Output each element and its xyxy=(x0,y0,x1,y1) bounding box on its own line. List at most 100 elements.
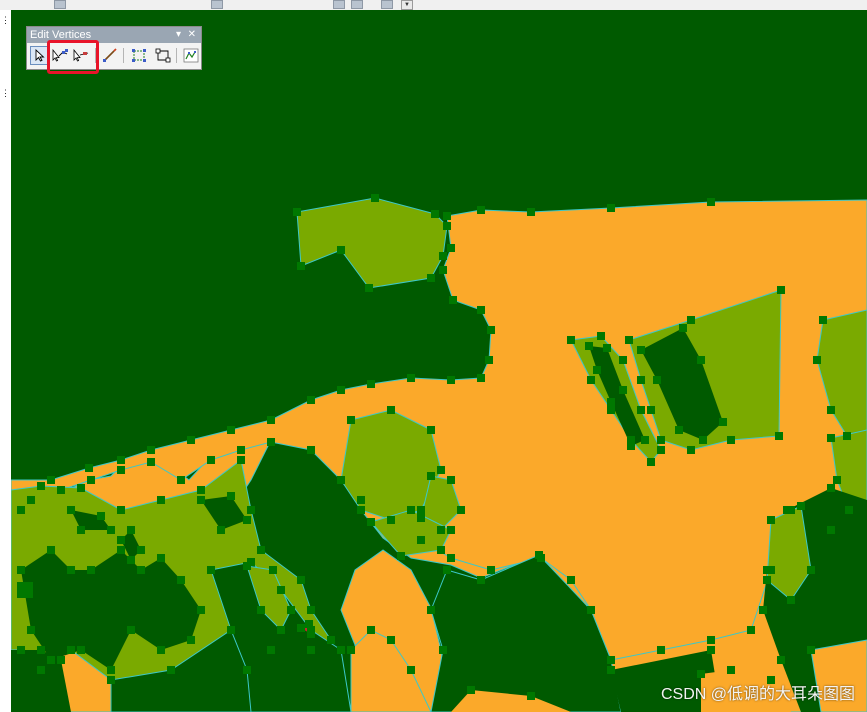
vertex-marker[interactable] xyxy=(843,432,851,440)
vertex-marker[interactable] xyxy=(243,562,251,570)
vertex-marker[interactable] xyxy=(443,566,451,574)
add-vertex-tool[interactable] xyxy=(51,46,70,65)
vertex-marker[interactable] xyxy=(417,514,425,522)
vertex-marker[interactable] xyxy=(57,486,65,494)
vertex-marker[interactable] xyxy=(347,646,355,654)
vertex-marker[interactable] xyxy=(535,551,543,559)
close-icon[interactable]: ✕ xyxy=(188,27,196,43)
vertex-marker[interactable] xyxy=(293,208,301,216)
vertex-marker[interactable] xyxy=(407,666,415,674)
vertex-marker[interactable] xyxy=(607,204,615,212)
toolbar-button[interactable] xyxy=(351,0,363,9)
vertex-marker[interactable] xyxy=(37,666,45,674)
vertex-marker[interactable] xyxy=(787,596,795,604)
vertex-marker[interactable] xyxy=(307,630,315,638)
vertex-marker[interactable] xyxy=(597,332,605,340)
vertex-marker[interactable] xyxy=(657,446,665,454)
vertex-marker[interactable] xyxy=(607,406,615,414)
vertex-marker[interactable] xyxy=(431,210,439,218)
vertex-marker[interactable] xyxy=(679,324,687,332)
vertex-marker[interactable] xyxy=(783,506,791,514)
vertex-marker[interactable] xyxy=(759,606,767,614)
vertex-marker[interactable] xyxy=(767,516,775,524)
toolbar-button[interactable] xyxy=(381,0,393,9)
vertex-marker[interactable] xyxy=(117,466,125,474)
vertex-marker[interactable] xyxy=(447,526,455,534)
vertex-marker[interactable] xyxy=(257,546,265,554)
vertex-marker[interactable] xyxy=(827,484,835,492)
vertex-marker[interactable] xyxy=(77,526,85,534)
vertex-marker[interactable] xyxy=(243,666,251,674)
vertex-marker[interactable] xyxy=(845,506,853,514)
vertex-marker[interactable] xyxy=(207,456,215,464)
vertex-marker[interactable] xyxy=(527,692,535,700)
vertex-marker[interactable] xyxy=(17,506,25,514)
vertex-marker[interactable] xyxy=(687,316,695,324)
vertex-marker[interactable] xyxy=(427,426,435,434)
reshape-feature-tool[interactable] xyxy=(153,46,172,65)
vertex-marker[interactable] xyxy=(657,646,665,654)
vertex-marker[interactable] xyxy=(607,666,615,674)
vertex-marker[interactable] xyxy=(277,626,285,634)
vertex-marker[interactable] xyxy=(387,516,395,524)
vertex-marker[interactable] xyxy=(67,566,75,574)
vertex-marker[interactable] xyxy=(439,252,447,260)
vertex-marker[interactable] xyxy=(637,406,645,414)
vertex-marker[interactable] xyxy=(367,626,375,634)
vertex-marker[interactable] xyxy=(593,366,601,374)
vertex-marker[interactable] xyxy=(827,434,835,442)
vertex-marker[interactable] xyxy=(97,512,105,520)
vertex-marker[interactable] xyxy=(307,646,315,654)
vertex-marker[interactable] xyxy=(117,536,125,544)
vertex-marker[interactable] xyxy=(727,436,735,444)
vertex-marker[interactable] xyxy=(267,416,275,424)
vertex-marker[interactable] xyxy=(727,666,735,674)
vertex-marker[interactable] xyxy=(307,606,315,614)
vertex-marker[interactable] xyxy=(797,502,805,510)
vertex-marker[interactable] xyxy=(485,356,493,364)
vertex-marker[interactable] xyxy=(67,646,75,654)
vertex-marker[interactable] xyxy=(619,386,627,394)
vertex-marker[interactable] xyxy=(25,582,33,590)
vertex-marker[interactable] xyxy=(347,416,355,424)
vertex-marker[interactable] xyxy=(397,552,405,560)
vertex-marker[interactable] xyxy=(763,576,771,584)
vertex-marker[interactable] xyxy=(697,670,705,678)
vertex-marker[interactable] xyxy=(337,646,345,654)
vertex-marker[interactable] xyxy=(127,556,135,564)
vertex-marker[interactable] xyxy=(641,436,649,444)
vertex-marker[interactable] xyxy=(365,284,373,292)
vertex-marker[interactable] xyxy=(197,486,205,494)
toolbar-button[interactable] xyxy=(211,0,223,9)
vertex-marker[interactable] xyxy=(417,506,425,514)
map-view[interactable]: Edit Vertices ▾ ✕ CSDN @低调的大耳朵图图 xyxy=(11,10,867,712)
vertex-marker[interactable] xyxy=(117,546,125,554)
vertex-marker[interactable] xyxy=(307,446,315,454)
vertex-marker[interactable] xyxy=(187,636,195,644)
vertex-marker[interactable] xyxy=(257,606,265,614)
vertex-marker[interactable] xyxy=(287,606,295,614)
vertex-marker[interactable] xyxy=(77,646,85,654)
vertex-marker[interactable] xyxy=(447,554,455,562)
vertex-marker[interactable] xyxy=(247,506,255,514)
vertex-marker[interactable] xyxy=(77,484,85,492)
toolbar-title-bar[interactable]: Edit Vertices ▾ ✕ xyxy=(27,27,201,43)
vertex-marker[interactable] xyxy=(603,344,611,352)
vertex-marker[interactable] xyxy=(675,426,683,434)
vertex-marker[interactable] xyxy=(67,506,75,514)
vertex-marker[interactable] xyxy=(647,406,655,414)
vertex-marker[interactable] xyxy=(367,518,375,526)
vertex-marker[interactable] xyxy=(297,262,305,270)
vertex-marker[interactable] xyxy=(427,472,435,480)
vertex-marker[interactable] xyxy=(305,620,313,628)
vertex-marker[interactable] xyxy=(27,496,35,504)
vertex-marker[interactable] xyxy=(267,438,275,446)
vertex-marker[interactable] xyxy=(637,346,645,354)
vertex-marker[interactable] xyxy=(653,376,661,384)
vertex-marker[interactable] xyxy=(833,476,841,484)
vertex-marker[interactable] xyxy=(567,576,575,584)
vertex-marker[interactable] xyxy=(719,418,727,426)
vertex-marker[interactable] xyxy=(117,456,125,464)
vertex-marker[interactable] xyxy=(267,646,275,654)
vertex-marker[interactable] xyxy=(437,546,445,554)
